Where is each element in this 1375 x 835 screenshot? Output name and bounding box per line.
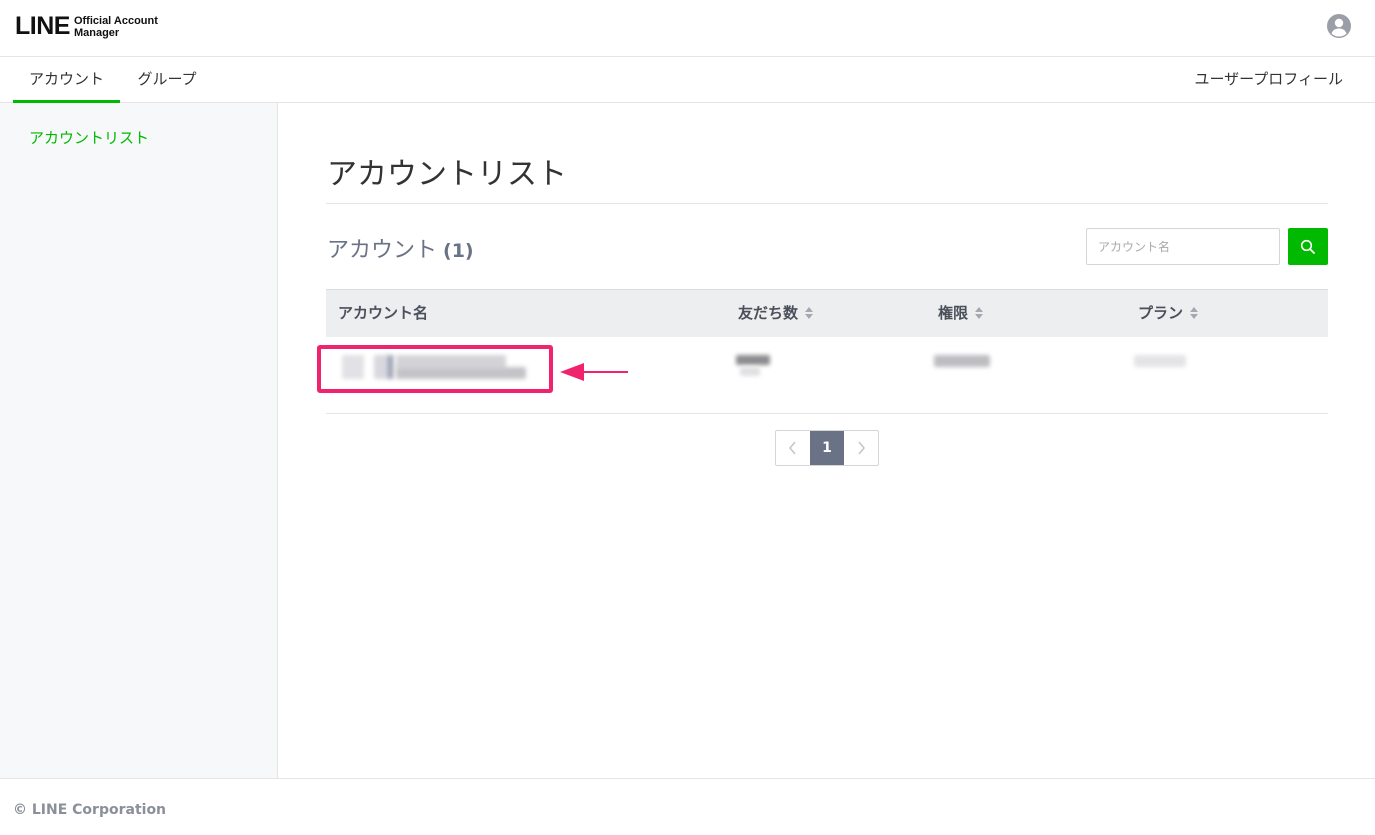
pagination: 1 xyxy=(775,430,879,466)
chevron-right-icon xyxy=(858,441,865,455)
line-oa-manager-logo[interactable]: LINE Official Account Manager xyxy=(15,14,158,39)
search-icon xyxy=(1300,239,1315,254)
copyright-text: © LINE Corporation xyxy=(13,802,167,818)
user-avatar-icon[interactable] xyxy=(1327,14,1351,38)
logo-subtitle-line1: Official Account xyxy=(73,14,158,27)
logo-wordmark: LINE xyxy=(15,12,70,40)
logo-subtitle: Official Account Manager xyxy=(74,15,158,39)
column-label: プラン xyxy=(1138,304,1184,322)
account-name-search-input[interactable] xyxy=(1086,228,1280,265)
column-header-plan[interactable]: プラン xyxy=(1138,290,1199,336)
friends-count-redacted xyxy=(736,355,770,365)
tab-group[interactable]: グループ xyxy=(125,57,209,103)
next-page-button[interactable] xyxy=(844,431,878,465)
section-heading: アカウント (1) xyxy=(327,232,474,264)
column-label: 友だち数 xyxy=(738,304,799,322)
column-label: 権限 xyxy=(938,304,969,322)
table-header: アカウント名 友だち数 権限 プラン xyxy=(326,289,1328,337)
user-profile-link[interactable]: ユーザープロフィール xyxy=(1194,57,1343,103)
column-header-account-name: アカウント名 xyxy=(338,290,428,336)
section-title: アカウント xyxy=(327,238,438,263)
sort-icon xyxy=(805,307,814,319)
tab-account[interactable]: アカウント xyxy=(13,57,120,103)
highlight-box-annotation xyxy=(317,345,553,393)
sidebar: アカウントリスト xyxy=(0,103,278,778)
plan-redacted xyxy=(1134,355,1186,367)
previous-page-button[interactable] xyxy=(776,431,810,465)
search-button[interactable] xyxy=(1288,228,1328,265)
page-title: アカウントリスト xyxy=(327,157,567,192)
top-header: LINE Official Account Manager xyxy=(0,0,1375,57)
sort-icon xyxy=(975,307,984,319)
column-header-friends[interactable]: 友だち数 xyxy=(738,290,814,336)
sidebar-item-account-list[interactable]: アカウントリスト xyxy=(29,127,149,148)
page-footer: © LINE Corporation xyxy=(0,778,1375,835)
pink-arrow-icon xyxy=(560,363,628,381)
column-label: アカウント名 xyxy=(338,304,429,322)
page-button-current[interactable]: 1 xyxy=(810,431,844,465)
account-count: (1) xyxy=(443,240,474,262)
main-navigation: アカウント グループ ユーザープロフィール xyxy=(0,57,1375,103)
title-divider xyxy=(326,203,1328,204)
friends-count-redacted-2 xyxy=(740,367,760,376)
sort-icon xyxy=(1190,307,1199,319)
column-header-role[interactable]: 権限 xyxy=(938,290,984,336)
logo-subtitle-line2: Manager xyxy=(73,26,120,39)
role-redacted xyxy=(934,355,990,367)
chevron-left-icon xyxy=(789,441,796,455)
